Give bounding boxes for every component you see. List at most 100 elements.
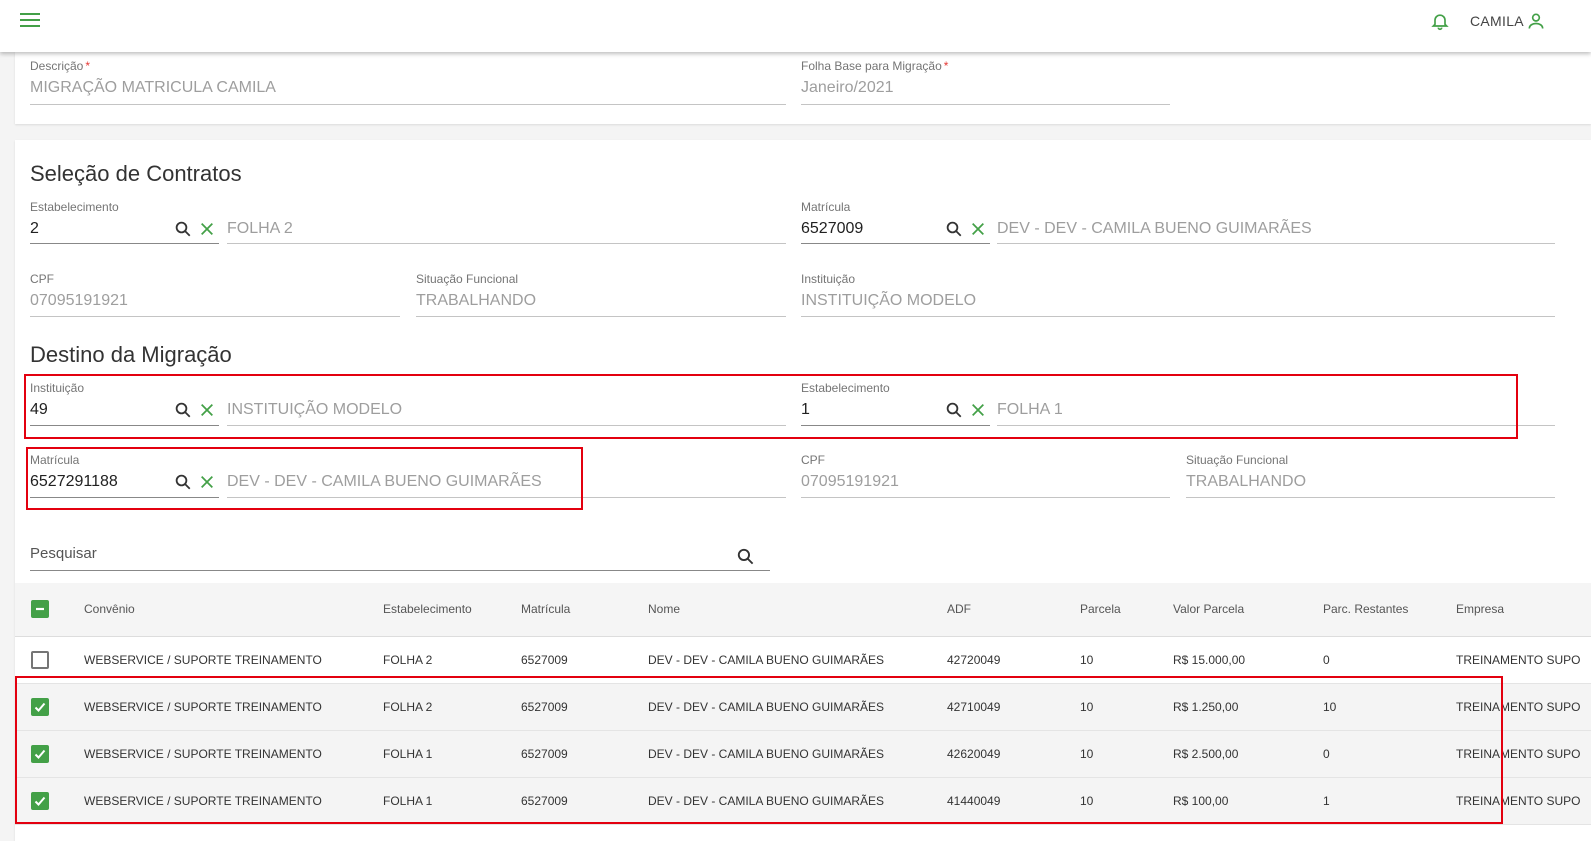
selecao-cpf-value: 07095191921 (30, 292, 128, 309)
cell-estabelecimento: FOLHA 1 (383, 794, 433, 808)
destino-instituicao-desc-value: INSTITUIÇÃO MODELO (227, 401, 403, 418)
destino-cpf-field[interactable]: CPF 07095191921 (801, 453, 1170, 498)
select-all-checkbox[interactable] (31, 600, 49, 618)
cell-parcela: 10 (1080, 700, 1094, 714)
selecao-instituicao-value: INSTITUIÇÃO MODELO (801, 292, 977, 309)
destino-instituicao-label: Instituição (30, 381, 85, 395)
cell-nome: DEV - DEV - CAMILA BUENO GUIMARÃES (648, 794, 885, 808)
cell-valor-parcela: R$ 100,00 (1173, 794, 1229, 808)
selecao-estabelecimento-desc-value: FOLHA 2 (227, 220, 293, 237)
cell-parcela: 10 (1080, 794, 1094, 808)
column-header-valor-parcela[interactable]: Valor Parcela (1173, 602, 1244, 616)
selecao-estabelecimento-value: 2 (30, 220, 39, 237)
cell-parcela: 10 (1080, 747, 1094, 761)
folha-base-label: Folha Base para Migração (801, 59, 942, 73)
destino-instituicao-value: 49 (30, 401, 48, 418)
destino-situacao-field[interactable]: Situação Funcional TRABALHANDO (1186, 453, 1555, 498)
selecao-instituicao-field[interactable]: Instituição INSTITUIÇÃO MODELO (801, 272, 1555, 317)
column-header-parc-restantes[interactable]: Parc. Restantes (1323, 602, 1408, 616)
search-input[interactable]: Pesquisar (30, 543, 770, 571)
destino-estabelecimento-label: Estabelecimento (801, 381, 890, 395)
search-icon[interactable] (174, 401, 192, 419)
cell-parcela: 10 (1080, 653, 1094, 667)
cell-valor-parcela: R$ 1.250,00 (1173, 700, 1239, 714)
clear-icon[interactable] (199, 402, 215, 418)
search-placeholder: Pesquisar (30, 545, 97, 562)
column-header-matricula[interactable]: Matrícula (521, 602, 570, 616)
search-icon[interactable] (945, 220, 963, 238)
selecao-matricula-label: Matrícula (801, 200, 851, 214)
check-icon (34, 749, 46, 759)
selecao-estabelecimento-desc: FOLHA 2 (227, 200, 786, 244)
cell-valor-parcela: R$ 2.500,00 (1173, 747, 1239, 761)
cell-valor-parcela: R$ 15.000,00 (1173, 653, 1246, 667)
search-icon[interactable] (945, 401, 963, 419)
folha-base-value: Janeiro/2021 (801, 79, 894, 96)
destino-title: Destino da Migração (30, 342, 232, 367)
cell-estabelecimento: FOLHA 2 (383, 700, 433, 714)
table-row[interactable]: WEBSERVICE / SUPORTE TREINAMENTO FOLHA 1… (15, 778, 1591, 825)
column-header-parcela[interactable]: Parcela (1080, 602, 1121, 616)
user-icon[interactable] (1526, 10, 1546, 32)
cell-empresa: TREINAMENTO SUPO (1456, 700, 1581, 714)
column-header-estabelecimento[interactable]: Estabelecimento (383, 602, 472, 616)
column-header-empresa[interactable]: Empresa (1456, 602, 1504, 616)
selecao-cpf-field[interactable]: CPF 07095191921 (30, 272, 400, 317)
cell-convenio: WEBSERVICE / SUPORTE TREINAMENTO (84, 794, 322, 808)
column-header-convenio[interactable]: Convênio (84, 602, 135, 616)
menu-icon[interactable] (20, 13, 40, 29)
cell-nome: DEV - DEV - CAMILA BUENO GUIMARÃES (648, 747, 885, 761)
clear-icon[interactable] (970, 402, 986, 418)
cell-adf: 42620049 (947, 747, 1001, 761)
search-icon[interactable] (174, 473, 192, 491)
cell-matricula: 6527009 (521, 794, 568, 808)
table-row[interactable]: WEBSERVICE / SUPORTE TREINAMENTO FOLHA 1… (15, 731, 1591, 778)
row-checkbox[interactable] (31, 698, 49, 716)
destino-estabelecimento-value: 1 (801, 401, 810, 418)
table-header: Convênio Estabelecimento Matrícula Nome … (15, 583, 1591, 637)
destino-matricula-label: Matrícula (30, 453, 80, 467)
search-icon[interactable] (736, 547, 755, 566)
cell-adf: 42710049 (947, 700, 1001, 714)
cell-adf: 41440049 (947, 794, 1001, 808)
top-bar: CAMILA (0, 0, 1591, 52)
cell-empresa: TREINAMENTO SUPO (1456, 747, 1581, 761)
clear-icon[interactable] (199, 221, 215, 237)
descricao-field[interactable]: Descrição * MIGRAÇÃO MATRICULA CAMILA (30, 59, 786, 105)
indeterminate-icon (36, 607, 44, 611)
selecao-matricula-value: 6527009 (801, 220, 864, 237)
destino-instituicao-desc: INSTITUIÇÃO MODELO (227, 381, 786, 426)
required-mark: * (85, 59, 91, 73)
table-row[interactable]: WEBSERVICE / SUPORTE TREINAMENTO FOLHA 2… (15, 684, 1591, 731)
folha-base-field[interactable]: Folha Base para Migração * Janeiro/2021 (801, 59, 1170, 105)
search-icon[interactable] (174, 220, 192, 238)
row-checkbox[interactable] (31, 792, 49, 810)
destino-matricula-desc-value: DEV - DEV - CAMILA BUENO GUIMARÃES (227, 473, 542, 490)
cell-empresa: TREINAMENTO SUPO (1456, 794, 1581, 808)
cell-convenio: WEBSERVICE / SUPORTE TREINAMENTO (84, 747, 322, 761)
column-header-adf[interactable]: ADF (947, 602, 971, 616)
user-name[interactable]: CAMILA (1470, 13, 1524, 29)
cell-matricula: 6527009 (521, 700, 568, 714)
selecao-situacao-value: TRABALHANDO (416, 292, 537, 309)
row-checkbox[interactable] (31, 651, 49, 669)
selecao-situacao-field[interactable]: Situação Funcional TRABALHANDO (416, 272, 786, 317)
cell-parc-restantes: 10 (1323, 700, 1337, 714)
destino-estabelecimento-desc-value: FOLHA 1 (997, 401, 1063, 418)
bell-icon[interactable] (1430, 10, 1450, 32)
row-checkbox[interactable] (31, 745, 49, 763)
destino-cpf-label: CPF (801, 453, 825, 467)
descricao-label: Descrição (30, 59, 84, 73)
column-header-nome[interactable]: Nome (648, 602, 680, 616)
clear-icon[interactable] (970, 221, 986, 237)
cell-estabelecimento: FOLHA 1 (383, 747, 433, 761)
cell-empresa: TREINAMENTO SUPO (1456, 653, 1581, 667)
selecao-title: Seleção de Contratos (30, 161, 242, 186)
destino-situacao-label: Situação Funcional (1186, 453, 1289, 467)
check-icon (34, 702, 46, 712)
clear-icon[interactable] (199, 474, 215, 490)
table-row[interactable]: WEBSERVICE / SUPORTE TREINAMENTO FOLHA 2… (15, 637, 1591, 684)
destino-cpf-value: 07095191921 (801, 473, 899, 490)
required-mark: * (943, 59, 949, 73)
cell-convenio: WEBSERVICE / SUPORTE TREINAMENTO (84, 653, 322, 667)
